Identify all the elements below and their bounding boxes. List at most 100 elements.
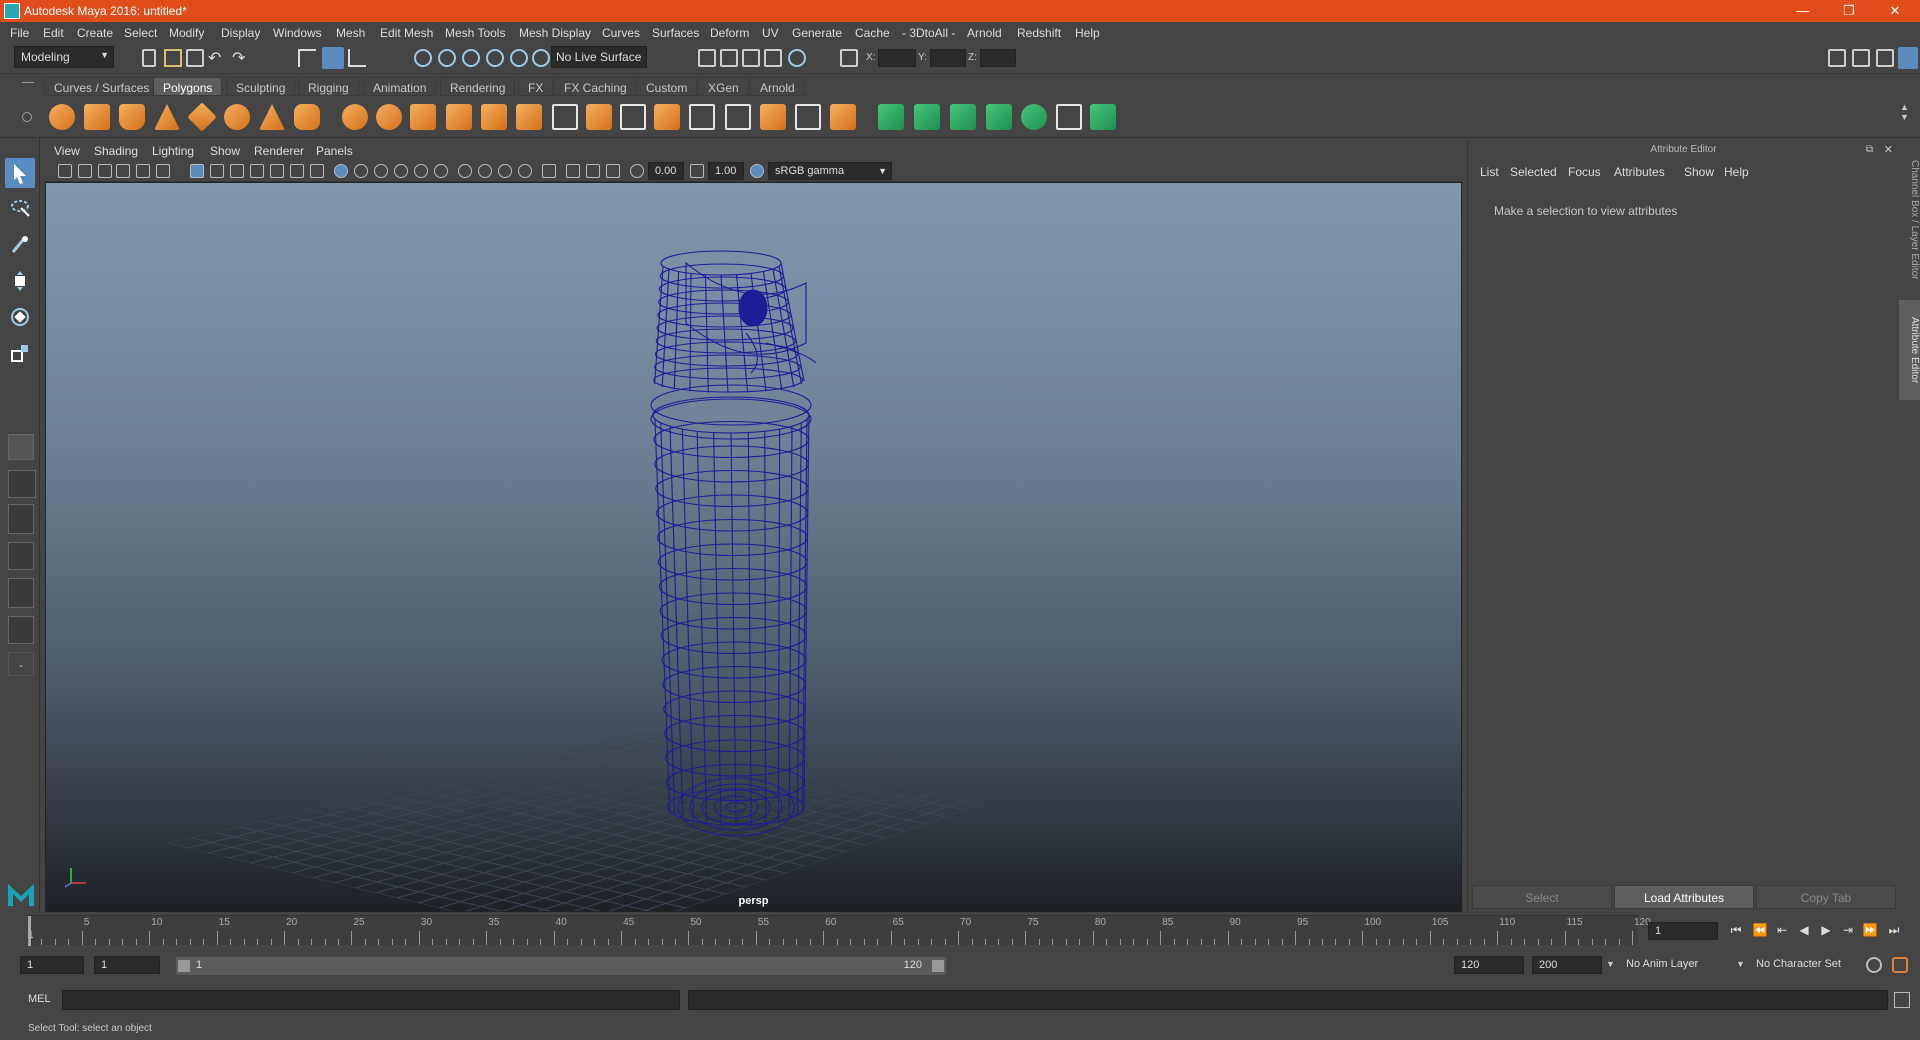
side-by-side-layout-icon[interactable] bbox=[8, 504, 34, 534]
range-start-handle[interactable] bbox=[178, 960, 190, 972]
select-object-icon[interactable] bbox=[322, 47, 344, 69]
safe-title-icon[interactable] bbox=[310, 164, 324, 178]
screen-space-ao-icon[interactable] bbox=[458, 164, 472, 178]
resolution-gate-icon[interactable] bbox=[230, 164, 244, 178]
two-d-pan-icon[interactable] bbox=[136, 164, 150, 178]
close-button[interactable]: ✕ bbox=[1873, 1, 1917, 21]
uv-layout-icon[interactable] bbox=[1090, 104, 1116, 130]
panel-menu-show[interactable]: Show bbox=[210, 144, 240, 158]
snap-live-icon[interactable] bbox=[532, 49, 550, 67]
viewport-persp[interactable]: persp bbox=[45, 182, 1462, 912]
save-scene-icon[interactable] bbox=[186, 49, 204, 67]
command-input[interactable] bbox=[62, 990, 680, 1010]
uv-automatic-icon[interactable] bbox=[986, 104, 1012, 130]
panel-menu-view[interactable]: View bbox=[54, 144, 80, 158]
time-ticks[interactable]: 1 51015202530354045505560657075808590951… bbox=[28, 915, 1651, 946]
wireframe-icon[interactable] bbox=[334, 164, 348, 178]
play-backwards-icon[interactable]: ◀ bbox=[1796, 923, 1812, 937]
uv-cylindrical-icon[interactable] bbox=[914, 104, 940, 130]
menu-surfaces[interactable]: Surfaces bbox=[652, 26, 699, 40]
close-panel-icon[interactable]: ✕ bbox=[1884, 143, 1893, 156]
step-forward-icon[interactable]: ⏩ bbox=[1862, 923, 1878, 937]
menu-display[interactable]: Display bbox=[221, 26, 260, 40]
go-to-end-icon[interactable]: ⏭ bbox=[1886, 923, 1902, 937]
tab-animation[interactable]: Animation bbox=[363, 77, 437, 96]
go-to-start-icon[interactable]: ⏮ bbox=[1728, 923, 1744, 937]
hypershade-icon[interactable] bbox=[788, 49, 806, 67]
menu-generate[interactable]: Generate bbox=[792, 26, 842, 40]
make-live-icon[interactable] bbox=[654, 104, 680, 130]
menu-create[interactable]: Create bbox=[77, 26, 113, 40]
step-back-icon[interactable]: ⏪ bbox=[1752, 923, 1768, 937]
bookmark-icon[interactable] bbox=[98, 164, 112, 178]
view-transform-dropdown[interactable]: sRGB gamma ▼ bbox=[768, 162, 892, 180]
tab-rigging[interactable]: Rigging bbox=[298, 77, 359, 96]
copy-tab-button[interactable]: Copy Tab bbox=[1756, 885, 1896, 909]
chevron-down-icon[interactable]: ▼ bbox=[1606, 959, 1615, 969]
gate-mask-icon[interactable] bbox=[250, 164, 264, 178]
safe-action-icon[interactable] bbox=[290, 164, 304, 178]
step-back-key-icon[interactable]: ⇤ bbox=[1774, 923, 1790, 937]
menu-file[interactable]: File bbox=[10, 26, 29, 40]
menu-3dtoall[interactable]: - 3DtoAll - bbox=[902, 26, 955, 40]
reduce-icon[interactable] bbox=[830, 104, 856, 130]
playback-start-field[interactable]: 1 bbox=[94, 956, 160, 974]
range-bar[interactable]: 1 120 bbox=[176, 957, 946, 975]
poly-cube-icon[interactable] bbox=[84, 104, 110, 130]
render-current-icon[interactable] bbox=[720, 49, 738, 67]
attr-menu-attributes[interactable]: Attributes bbox=[1614, 165, 1665, 179]
collapse-icon[interactable] bbox=[795, 104, 821, 130]
shadows-icon[interactable] bbox=[434, 164, 448, 178]
open-scene-icon[interactable] bbox=[164, 49, 182, 67]
insert-edge-loop-icon[interactable] bbox=[586, 104, 612, 130]
uv-spherical-icon[interactable] bbox=[950, 104, 976, 130]
playback-end-field[interactable]: 120 bbox=[1454, 956, 1524, 974]
merge-icon[interactable] bbox=[725, 104, 751, 130]
bridge-icon[interactable] bbox=[516, 104, 542, 130]
menu-help[interactable]: Help bbox=[1075, 26, 1100, 40]
attr-menu-list[interactable]: List bbox=[1480, 165, 1499, 179]
four-view-layout-icon[interactable] bbox=[8, 470, 36, 498]
anti-aliasing-icon[interactable] bbox=[498, 164, 512, 178]
select-component-icon[interactable] bbox=[348, 49, 366, 67]
attribute-editor-toggle-icon[interactable] bbox=[1852, 49, 1870, 67]
target-weld-icon[interactable] bbox=[760, 104, 786, 130]
x-ray-icon[interactable] bbox=[566, 164, 580, 178]
play-forwards-icon[interactable]: ▶ bbox=[1818, 923, 1834, 937]
snap-grid-icon[interactable] bbox=[414, 49, 432, 67]
select-button[interactable]: Select bbox=[1472, 885, 1612, 909]
panel-menu-renderer[interactable]: Renderer bbox=[254, 144, 304, 158]
x-field[interactable] bbox=[878, 49, 916, 67]
tab-custom[interactable]: Custom bbox=[636, 77, 698, 96]
current-frame-field[interactable]: 1 bbox=[1648, 922, 1718, 940]
auto-key-icon[interactable] bbox=[1866, 957, 1882, 973]
render-settings-icon[interactable] bbox=[764, 49, 782, 67]
menu-mesh-tools[interactable]: Mesh Tools bbox=[445, 26, 505, 40]
channel-box-toggle-icon[interactable] bbox=[1898, 47, 1918, 69]
scale-tool-icon[interactable] bbox=[5, 338, 35, 368]
poly-sphere-icon[interactable] bbox=[49, 104, 75, 130]
camera-attributes-icon[interactable] bbox=[78, 164, 92, 178]
live-surface-field[interactable]: No Live Surface bbox=[551, 46, 647, 68]
wireframe-on-shaded-icon[interactable] bbox=[374, 164, 388, 178]
load-attributes-button[interactable]: Load Attributes bbox=[1614, 885, 1754, 909]
step-forward-key-icon[interactable]: ⇥ bbox=[1840, 923, 1856, 937]
anim-layer-dropdown[interactable]: No Anim Layer bbox=[1620, 956, 1730, 972]
exposure-field[interactable]: 0.00 bbox=[648, 162, 684, 180]
maximize-button[interactable]: ❐ bbox=[1827, 1, 1871, 21]
x-ray-joints-icon[interactable] bbox=[586, 164, 600, 178]
panel-menu-lighting[interactable]: Lighting bbox=[152, 144, 194, 158]
render-view-icon[interactable] bbox=[698, 49, 716, 67]
menu-mesh[interactable]: Mesh bbox=[336, 26, 365, 40]
transform-constraint-icon[interactable] bbox=[840, 49, 858, 67]
attr-menu-help[interactable]: Help bbox=[1724, 165, 1749, 179]
shelf-scroll-icon[interactable]: ▲ ▼ bbox=[1900, 102, 1909, 122]
menu-edit[interactable]: Edit bbox=[43, 26, 64, 40]
menu-deform[interactable]: Deform bbox=[710, 26, 749, 40]
panel-menu-panels[interactable]: Panels bbox=[316, 144, 353, 158]
poly-torus-icon[interactable] bbox=[224, 104, 250, 130]
y-field[interactable] bbox=[930, 49, 966, 67]
time-slider[interactable]: 1 5 10 15 20 25 30 35 40 45 50 55 60 65 70 75 80 85 90 95 1… bbox=[0, 913, 1920, 947]
select-hierarchy-icon[interactable] bbox=[298, 49, 316, 67]
poly-pyramid-icon[interactable] bbox=[259, 104, 285, 130]
